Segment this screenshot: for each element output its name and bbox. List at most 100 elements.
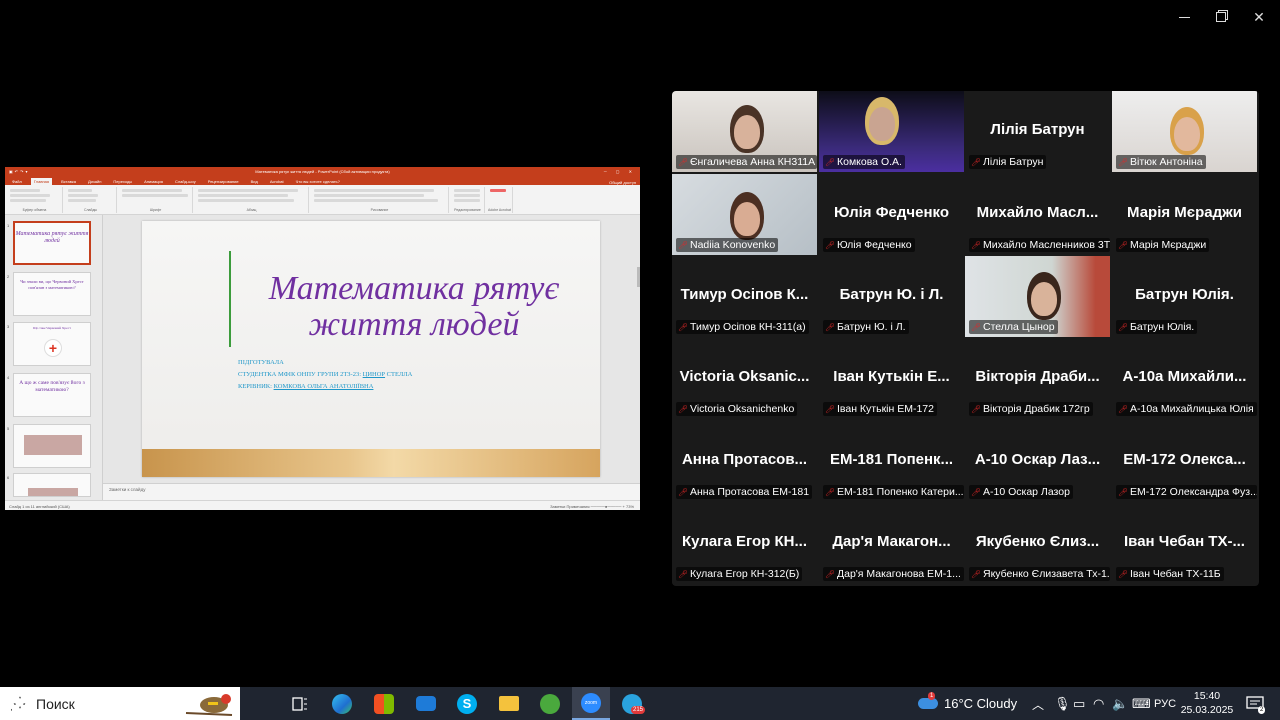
muted-mic-icon: 🎤︎ <box>971 487 982 497</box>
ppt-tab-review[interactable]: Рецензирование <box>205 178 242 185</box>
participant-tile[interactable]: Дар'я Макагон... 🎤︎ Дар'я Макагонова ЕМ-1.… <box>819 503 964 584</box>
microphone-icon[interactable]: 🎙 <box>1054 696 1071 712</box>
participant-display-name: Батрун Ю. і Л. <box>839 286 944 303</box>
thumb-slide-5[interactable] <box>13 424 91 468</box>
participant-tile[interactable]: Кулага Егор КН... 🎤︎ Кулага Егор КН-312(Б) <box>672 503 817 584</box>
participant-tile[interactable]: ЕМ-172 Олекса... 🎤︎ ЕМ-172 Олександра Фуз.… <box>1112 421 1257 502</box>
ppt-tab-animation[interactable]: Анимация <box>141 178 166 185</box>
telegram-button[interactable]: 215 <box>620 687 646 720</box>
file-explorer-button[interactable] <box>497 687 521 720</box>
muted-mic-icon: 🎤︎ <box>825 240 836 250</box>
participant-face <box>734 202 760 236</box>
skype-button[interactable]: S <box>455 687 479 720</box>
folder-icon <box>499 696 519 711</box>
slide-scrollbar[interactable] <box>637 267 640 287</box>
thumb-number: 6 <box>7 475 10 480</box>
slide-accent-bar <box>229 251 231 347</box>
taskbar: Поиск S zoom 215 1 16°C Cloudy ︿ 🎙 ▭ ◠ 🔈… <box>0 687 1280 720</box>
participant-display-name: ЕМ-172 Олекса... <box>1123 451 1246 468</box>
zoom-button[interactable]: zoom <box>572 687 610 720</box>
weather-widget[interactable]: 1 <box>916 687 940 720</box>
input-method-icon[interactable]: ⌨ <box>1132 696 1151 712</box>
participant-tile[interactable]: Батрун Юлія. 🎤︎ Батрун Юлія. <box>1112 256 1257 337</box>
participant-name-label: 🎤︎ Батрун Ю. і Л. <box>823 320 909 334</box>
weather-text[interactable]: 16°C Cloudy <box>944 696 1017 711</box>
edge-button[interactable] <box>330 687 354 720</box>
ribbon-group-paragraph: Абзац <box>195 187 309 213</box>
participant-name: Михайло Масленников 3Т... <box>983 239 1110 251</box>
slide-notes[interactable]: Заметки к слайду <box>103 483 640 500</box>
ppt-tab-file[interactable]: Файл <box>9 178 25 185</box>
participant-name: Дар'я Макагонова ЕМ-1... <box>837 568 961 580</box>
search-placeholder: Поиск <box>36 695 75 712</box>
chevron-up-icon[interactable]: ︿ <box>1032 696 1044 713</box>
participant-display-name: Михайло Масл... <box>976 204 1099 221</box>
ppt-tell-me[interactable]: Что вы хотите сделать? <box>293 178 343 185</box>
task-view-button[interactable] <box>288 687 312 720</box>
mail-button[interactable] <box>414 687 438 720</box>
participant-tile[interactable]: 🎤︎ Nadiia Konovenko <box>672 174 817 255</box>
participant-display-name: А-10 Оскар Лаз... <box>974 451 1101 468</box>
participant-tile[interactable]: 🎤︎ Стелла Цынор <box>965 256 1110 337</box>
muted-mic-icon: 🎤︎ <box>678 240 689 250</box>
participant-name-label: 🎤︎ Комкова О.А. <box>823 155 905 169</box>
participant-tile[interactable]: А-10а Михайли... 🎤︎ А-10а Михайлицька Юлія <box>1112 338 1257 419</box>
participant-tile[interactable]: Лілія Батрун 🎤︎ Лілія Батрун <box>965 91 1110 172</box>
participant-tile[interactable]: Марія Мєраджи 🎤︎ Марія Мєраджи <box>1112 174 1257 255</box>
maximize-button[interactable] <box>1208 8 1234 26</box>
ppt-tab-slideshow[interactable]: Слайд-шоу <box>172 178 199 185</box>
ppt-tab-transitions[interactable]: Переходы <box>110 178 135 185</box>
current-slide[interactable]: Математика рятує життя людей ПІДГОТУВАЛА… <box>142 221 600 477</box>
ppt-tab-insert[interactable]: Вставка <box>58 178 79 185</box>
participant-face <box>869 107 895 141</box>
participant-tile[interactable]: Вікторія Драби... 🎤︎ Вікторія Драбик 172гр <box>965 338 1110 419</box>
language-indicator[interactable]: РУС <box>1154 698 1176 710</box>
thumb-slide-6[interactable] <box>13 473 91 497</box>
participant-tile[interactable]: 🎤︎ Комкова О.А. <box>819 91 964 172</box>
muted-mic-icon: 🎤︎ <box>678 157 689 167</box>
participant-name: ЕМ-181 Попенко Катери... <box>837 486 964 498</box>
thumb-number: 5 <box>7 426 10 431</box>
start-button[interactable] <box>0 687 40 720</box>
participant-tile[interactable]: 🎤︎ Єнгаличева Анна КН311А <box>672 91 817 172</box>
quick-access-icons: ▣↶↷▾ <box>9 169 30 174</box>
participant-tile[interactable]: Михайло Масл... 🎤︎ Михайло Масленников 3Т.… <box>965 174 1110 255</box>
ppt-ribbon-tabs: Файл Главная Вставка Дизайн Переходы Ани… <box>5 176 640 185</box>
volume-icon[interactable]: 🔈 <box>1112 696 1128 712</box>
wifi-icon[interactable]: ◠ <box>1093 696 1104 712</box>
slide-prepared-label: ПІДГОТУВАЛА <box>238 359 284 366</box>
participant-tile[interactable]: ЕМ-181 Попенк... 🎤︎ ЕМ-181 Попенко Катери.… <box>819 421 964 502</box>
ppt-tab-acrobat[interactable]: Acrobat <box>267 178 287 185</box>
battery-icon[interactable]: ▭ <box>1073 696 1085 712</box>
participant-tile[interactable]: Іван Кутькін Е... 🎤︎ Іван Кутькін ЕМ-172 <box>819 338 964 419</box>
close-button[interactable]: ✕ <box>1246 8 1272 26</box>
participant-display-name: Марія Мєраджи <box>1127 204 1242 221</box>
participant-tile[interactable]: Victoria Oksanic... 🎤︎ Victoria Oksanichen… <box>672 338 817 419</box>
thumb-slide-4[interactable]: А що ж саме пов'язує його з математикою? <box>13 373 91 417</box>
thumb-slide-2[interactable]: Чи знали ви, що Червоний Хрест пов'язан … <box>13 272 91 316</box>
utorrent-button[interactable] <box>538 687 562 720</box>
minimize-button[interactable] <box>1171 8 1197 26</box>
participant-name: Вітюк Антоніна <box>1130 156 1203 168</box>
participant-face <box>734 115 760 149</box>
ppt-tab-design[interactable]: Дизайн <box>85 178 104 185</box>
participant-tile[interactable]: А-10 Оскар Лаз... 🎤︎ А-10 Оскар Лазор <box>965 421 1110 502</box>
thumb-slide-1[interactable]: Математика рятує життя людей <box>13 221 91 265</box>
participant-tile[interactable]: Тимур Осіпов К... 🎤︎ Тимур Осіпов КН-311(а… <box>672 256 817 337</box>
participant-name: Єнгаличева Анна КН311А <box>690 156 816 168</box>
thumb-slide-3[interactable]: Що таке Червоний Хрест + <box>13 322 91 366</box>
notification-center-button[interactable]: 2 <box>1242 687 1268 720</box>
ppt-window-title: Математика рятує життя людей - PowerPoin… <box>255 169 390 174</box>
participant-tile[interactable]: Батрун Ю. і Л. 🎤︎ Батрун Ю. і Л. <box>819 256 964 337</box>
clock[interactable]: 15:40 25.03.2025 <box>1180 689 1234 717</box>
muted-mic-icon: 🎤︎ <box>1118 240 1129 250</box>
ppt-tab-home[interactable]: Главная <box>30 178 53 185</box>
clock-date: 25.03.2025 <box>1180 704 1234 716</box>
participant-tile[interactable]: Іван Чебан ТХ-... 🎤︎ Іван Чебан ТХ-11Б <box>1112 503 1257 584</box>
participant-tile[interactable]: Анна Протасов... 🎤︎ Анна Протасова ЕМ-181 <box>672 421 817 502</box>
participant-tile[interactable]: Якубенко Єлиз... 🎤︎ Якубенко Єлизавета Тх-… <box>965 503 1110 584</box>
participant-tile[interactable]: 🎤︎ Вітюк Антоніна <box>1112 91 1257 172</box>
ppt-tab-view[interactable]: Вид <box>248 178 261 185</box>
store-button[interactable] <box>372 687 396 720</box>
participant-tile[interactable]: Юлія Федченко 🎤︎ Юлія Федченко <box>819 174 964 255</box>
